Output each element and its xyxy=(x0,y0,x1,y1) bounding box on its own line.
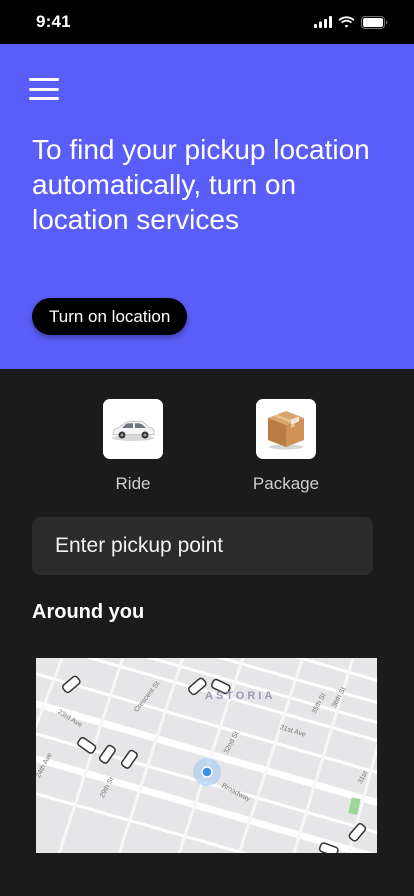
around-you-heading: Around you xyxy=(32,601,145,623)
ride-tile[interactable] xyxy=(103,399,163,459)
service-option-ride[interactable]: Ride xyxy=(73,399,193,494)
car-icon xyxy=(112,420,155,441)
location-prompt-banner: To find your pickup location automatical… xyxy=(0,44,414,369)
status-time: 9:41 xyxy=(36,12,71,31)
menu-icon[interactable] xyxy=(29,76,59,102)
status-icons xyxy=(314,15,388,29)
current-location-dot-icon xyxy=(201,766,213,778)
service-label-package: Package xyxy=(252,474,320,493)
status-bar: 9:41 xyxy=(0,0,414,44)
service-option-package[interactable]: Package xyxy=(226,399,346,494)
nearby-map[interactable]: ASTORIA 23rd Ave Crescent St 31st Ave 32… xyxy=(36,658,377,853)
location-prompt-heading: To find your pickup location automatical… xyxy=(32,134,370,235)
battery-icon xyxy=(361,15,388,29)
cellular-signal-icon xyxy=(314,16,332,28)
map-neighborhood-label: ASTORIA xyxy=(205,690,276,702)
wifi-icon xyxy=(338,16,355,28)
package-box-icon xyxy=(268,411,304,450)
service-label-ride: Ride xyxy=(115,474,151,493)
turn-on-location-button[interactable]: Turn on location xyxy=(32,298,188,335)
package-tile[interactable] xyxy=(256,399,316,459)
pickup-point-input[interactable] xyxy=(32,517,373,575)
street-grid xyxy=(36,658,377,853)
